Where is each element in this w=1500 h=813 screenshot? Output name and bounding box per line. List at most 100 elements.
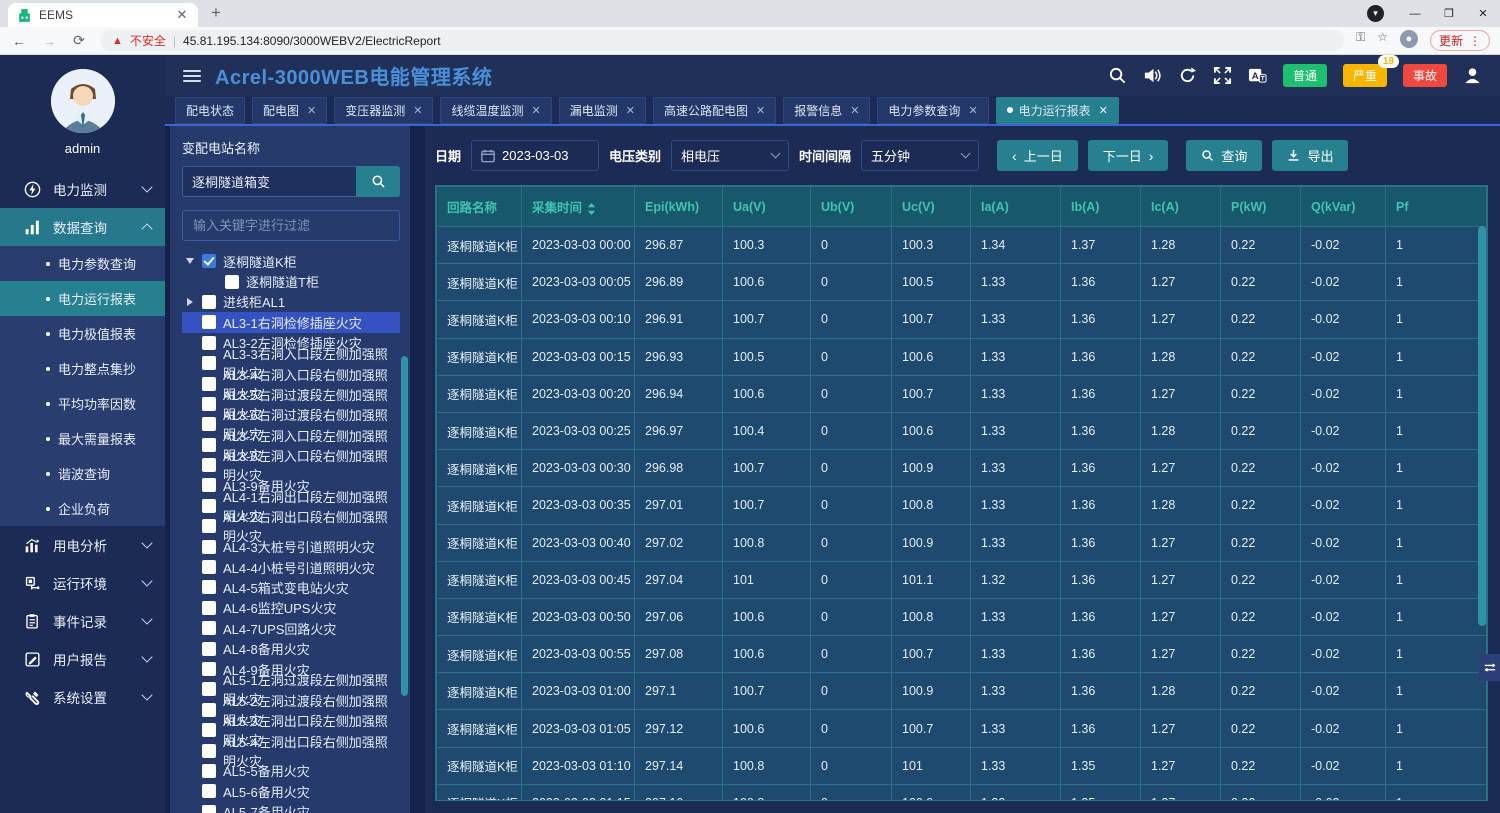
expander-open-icon[interactable]: [184, 258, 195, 264]
submenu-item-6[interactable]: 最大需量报表: [0, 421, 165, 456]
close-button[interactable]: ✕: [1466, 0, 1500, 27]
submenu-item-5[interactable]: 平均功率因数: [0, 386, 165, 421]
page-tab-9[interactable]: 电力运行报表✕: [996, 97, 1119, 124]
export-button[interactable]: 导出: [1272, 140, 1348, 171]
tab-close-icon[interactable]: ✕: [413, 104, 422, 117]
tree-checkbox[interactable]: [202, 315, 216, 329]
voltage-type-select[interactable]: 相电压: [671, 140, 789, 171]
tree-checkbox[interactable]: [202, 540, 216, 554]
tree-checkbox[interactable]: [225, 275, 239, 289]
tree-checkbox[interactable]: [202, 417, 216, 431]
tree-checkbox[interactable]: [202, 478, 216, 492]
sort-icon[interactable]: [587, 203, 596, 215]
page-tab-5[interactable]: 漏电监测✕: [559, 97, 646, 124]
tree-node[interactable]: 进线柜AL1: [182, 292, 400, 312]
tree-node[interactable]: AL3-8左洞入口段右侧加强照明火灾: [182, 455, 400, 475]
tree-node[interactable]: AL3-1右洞检修插座火灾: [182, 312, 400, 332]
tree-checkbox[interactable]: [202, 458, 216, 472]
translate-icon[interactable]: A: [1248, 66, 1267, 85]
refresh-icon[interactable]: [1178, 66, 1197, 85]
tree-node[interactable]: AL4-4小桩号引道照明火灾: [182, 557, 400, 577]
tree-node[interactable]: AL4-6监控UPS火灾: [182, 598, 400, 618]
browser-profile-avatar[interactable]: ●: [1400, 30, 1418, 48]
tree-checkbox[interactable]: [202, 580, 216, 594]
table-scrollbar[interactable]: [1478, 226, 1486, 626]
column-header-10[interactable]: P(kW): [1221, 187, 1301, 227]
column-header-8[interactable]: Ib(A): [1061, 187, 1141, 227]
sound-icon[interactable]: [1143, 66, 1162, 85]
column-header-1[interactable]: 回路名称: [437, 187, 522, 227]
submenu-item-3[interactable]: 电力极值报表: [0, 316, 165, 351]
tab-close-icon[interactable]: ✕: [968, 104, 977, 117]
tree-checkbox[interactable]: [202, 438, 216, 452]
interval-select[interactable]: 五分钟: [861, 140, 979, 171]
update-button[interactable]: 更新 ⋮: [1430, 30, 1490, 51]
key-icon[interactable]: ⚿: [1356, 30, 1365, 51]
tab-close-icon[interactable]: ✕: [532, 104, 541, 117]
tree-scrollbar[interactable]: [401, 356, 408, 696]
sidebar-item-2[interactable]: 数据查询: [0, 208, 165, 246]
tree-checkbox[interactable]: [202, 784, 216, 798]
alarm-badge-severe[interactable]: 严重19: [1343, 64, 1387, 87]
tree-checkbox[interactable]: [202, 764, 216, 778]
tree-checkbox[interactable]: [202, 254, 216, 268]
station-search-button[interactable]: [356, 166, 400, 197]
previous-day-button[interactable]: ‹上一日: [997, 140, 1078, 171]
tree-node[interactable]: 逐桐隧道T柜: [182, 271, 400, 291]
new-tab-button[interactable]: +: [208, 3, 224, 23]
tree-checkbox[interactable]: [202, 601, 216, 615]
column-settings-button[interactable]: [1479, 654, 1500, 681]
tree-checkbox[interactable]: [202, 397, 216, 411]
tree-checkbox[interactable]: [202, 662, 216, 676]
tree-node[interactable]: AL5-6备用火灾: [182, 781, 400, 801]
tree-node[interactable]: AL4-8备用火灾: [182, 638, 400, 658]
tree-node[interactable]: AL5-4左洞出口段右侧加强照明火灾: [182, 740, 400, 760]
tree-checkbox[interactable]: [202, 682, 216, 696]
tab-close-icon[interactable]: ✕: [850, 104, 859, 117]
restore-button[interactable]: ❐: [1432, 0, 1466, 27]
column-header-2[interactable]: 采集时间: [522, 187, 635, 227]
page-tab-2[interactable]: 配电图✕: [252, 97, 327, 124]
fullscreen-icon[interactable]: [1213, 66, 1232, 85]
tree-checkbox[interactable]: [202, 621, 216, 635]
tree-checkbox[interactable]: [202, 805, 216, 813]
tab-close-icon[interactable]: ✕: [626, 104, 635, 117]
column-header-6[interactable]: Uc(V): [892, 187, 971, 227]
alarm-badge-accident[interactable]: 事故: [1403, 64, 1447, 87]
tree-checkbox[interactable]: [202, 377, 216, 391]
browser-tab[interactable]: EEMS ✕: [8, 3, 198, 27]
chrome-menu-icon[interactable]: ⋮: [1469, 34, 1481, 48]
tree-node[interactable]: 逐桐隧道K柜: [182, 251, 400, 271]
tab-close-icon[interactable]: ✕: [756, 104, 765, 117]
sidebar-item-7[interactable]: 系统设置: [0, 678, 165, 716]
back-icon[interactable]: ←: [10, 33, 28, 49]
tree-checkbox[interactable]: [202, 642, 216, 656]
submenu-item-4[interactable]: 电力整点集抄: [0, 351, 165, 386]
query-button[interactable]: 查询: [1186, 140, 1262, 171]
tree-checkbox[interactable]: [202, 295, 216, 309]
page-tab-3[interactable]: 变压器监测✕: [334, 97, 433, 124]
tree-checkbox[interactable]: [202, 744, 216, 758]
tree-checkbox[interactable]: [202, 356, 216, 370]
user-icon[interactable]: [1463, 66, 1482, 85]
sidebar-item-6[interactable]: 用户报告: [0, 640, 165, 678]
page-tab-4[interactable]: 线缆温度监测✕: [440, 97, 551, 124]
search-icon[interactable]: [1108, 66, 1127, 85]
column-header-11[interactable]: Q(kVar): [1301, 187, 1386, 227]
date-picker[interactable]: 2023-03-03: [471, 140, 599, 171]
page-tab-6[interactable]: 高速公路配电图✕: [653, 97, 776, 124]
forward-icon[interactable]: →: [40, 33, 58, 49]
column-header-4[interactable]: Ua(V): [723, 187, 811, 227]
submenu-item-8[interactable]: 企业负荷: [0, 491, 165, 526]
tree-checkbox[interactable]: [202, 723, 216, 737]
tab-close-icon[interactable]: ✕: [1099, 104, 1108, 117]
tree-checkbox[interactable]: [202, 499, 216, 513]
page-tab-8[interactable]: 电力参数查询✕: [877, 97, 988, 124]
hamburger-menu-icon[interactable]: [183, 67, 201, 85]
station-search-input[interactable]: [182, 166, 356, 197]
tree-node[interactable]: AL4-2右洞出口段右侧加强照明火灾: [182, 516, 400, 536]
sidebar-item-1[interactable]: 电力监测: [0, 170, 165, 208]
tree-filter-input[interactable]: [182, 210, 400, 241]
tab-close-icon[interactable]: ✕: [174, 7, 190, 23]
tree-node[interactable]: AL5-7备用火灾: [182, 802, 400, 813]
